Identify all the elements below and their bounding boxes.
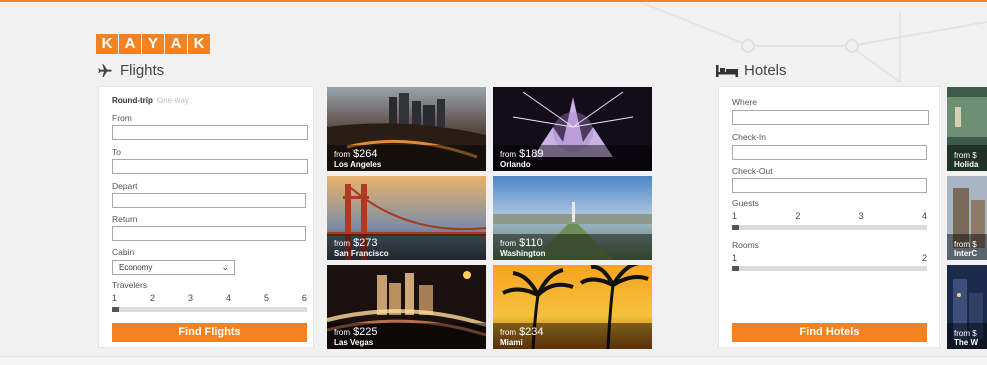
depart-label: Depart: [112, 181, 138, 191]
checkout-label: Check-Out: [732, 166, 773, 176]
travelers-slider[interactable]: [112, 307, 307, 312]
kayak-logo[interactable]: K A Y A K: [96, 34, 211, 54]
rooms-slider[interactable]: [732, 266, 927, 271]
to-field[interactable]: [112, 159, 308, 174]
deal-city: Los Angeles: [334, 160, 382, 169]
hotels-title: Hotels: [744, 62, 787, 79]
return-label: Return: [112, 214, 138, 224]
deal-tile-miami[interactable]: from $234 Miami: [493, 265, 652, 349]
logo-letter: K: [96, 34, 118, 54]
travelers-scale: 1 2 3 4 5 6: [112, 293, 307, 303]
guests-slider-thumb[interactable]: [732, 225, 739, 230]
logo-letter: A: [165, 34, 187, 54]
checkin-date-field[interactable]: [732, 145, 927, 160]
depart-date-field[interactable]: [112, 193, 306, 208]
hotel-deal-name: InterC: [954, 249, 978, 258]
checkout-date-field[interactable]: [732, 178, 927, 193]
flight-search-panel: Round-trip One-way From To Depart Return …: [98, 86, 314, 348]
guests-label: Guests: [732, 198, 759, 208]
background-map-decoration: [639, 2, 987, 82]
hotel-search-panel: Where Check-In Check-Out Guests 1 2 3 4 …: [718, 86, 940, 348]
rooms-scale: 1 2: [732, 253, 927, 263]
hotel-deal-price: from $: [954, 151, 977, 160]
deal-price: from $189: [500, 148, 544, 160]
scale-tick: 1: [732, 211, 738, 221]
rooms-label: Rooms: [732, 240, 759, 250]
find-flights-button[interactable]: Find Flights: [112, 323, 307, 342]
chevron-down-icon: ⌄: [221, 262, 229, 272]
trip-type-selector: Round-trip One-way: [112, 96, 189, 105]
from-label: From: [112, 113, 132, 123]
return-date-field[interactable]: [112, 226, 306, 241]
where-field[interactable]: [732, 110, 929, 125]
hotels-heading: Hotels: [716, 62, 787, 79]
scale-tick: 3: [187, 293, 193, 303]
deal-tile-los-angeles[interactable]: from $264 Los Angeles: [327, 87, 486, 171]
deal-city: Miami: [500, 338, 523, 347]
where-label: Where: [732, 97, 758, 107]
deal-tile-orlando[interactable]: from $189 Orlando: [493, 87, 652, 171]
deal-tile-las-vegas[interactable]: from $225 Las Vegas: [327, 265, 486, 349]
deal-price: from $264: [334, 148, 378, 160]
deal-city: Orlando: [500, 160, 531, 169]
scale-tick: 2: [921, 253, 927, 263]
bed-icon: [716, 64, 738, 77]
scale-tick: 5: [263, 293, 269, 303]
from-field[interactable]: [112, 125, 308, 140]
deal-city: Las Vegas: [334, 338, 374, 347]
to-label: To: [112, 147, 121, 157]
scale-tick: 4: [225, 293, 231, 303]
find-hotels-button[interactable]: Find Hotels: [732, 323, 927, 342]
hotel-tile-1[interactable]: from $ Holida: [947, 87, 987, 171]
one-way-option[interactable]: One-way: [157, 96, 189, 105]
hotel-deal-price: from $: [954, 240, 977, 249]
bottom-scroll-area: [0, 356, 987, 365]
deal-price: from $225: [334, 326, 378, 338]
hotel-deal-price: from $: [954, 329, 977, 338]
hotel-tile-2[interactable]: from $ InterC: [947, 176, 987, 260]
round-trip-option[interactable]: Round-trip: [112, 96, 153, 105]
logo-letter: Y: [142, 34, 164, 54]
flights-heading: Flights: [96, 62, 164, 79]
hotel-deal-name: Holida: [954, 160, 979, 169]
deal-price: from $273: [334, 237, 378, 249]
checkin-label: Check-In: [732, 132, 767, 142]
deal-city: San Francisco: [334, 249, 389, 258]
rooms-slider-thumb[interactable]: [732, 266, 739, 271]
scale-tick: 4: [921, 211, 927, 221]
scale-tick: 3: [858, 211, 864, 221]
deal-tile-washington[interactable]: from $110 Washington: [493, 176, 652, 260]
travelers-slider-thumb[interactable]: [112, 307, 119, 312]
cabin-label: Cabin: [112, 247, 135, 257]
scale-tick: 6: [301, 293, 307, 303]
deal-city: Washington: [500, 249, 546, 258]
cabin-value: Economy: [119, 263, 153, 272]
scale-tick: 2: [149, 293, 155, 303]
flights-title: Flights: [120, 62, 165, 79]
hotel-tile-3[interactable]: from $ The W: [947, 265, 987, 349]
guests-scale: 1 2 3 4: [732, 211, 927, 221]
scale-tick: 1: [112, 293, 118, 303]
logo-letter: A: [119, 34, 141, 54]
travelers-label: Travelers: [112, 280, 148, 290]
deal-price: from $110: [500, 237, 543, 249]
logo-letter: K: [188, 34, 210, 54]
deal-price: from $234: [500, 326, 544, 338]
scale-tick: 1: [732, 253, 738, 263]
deal-tile-san-francisco[interactable]: from $273 San Francisco: [327, 176, 486, 260]
guests-slider[interactable]: [732, 225, 927, 230]
hotel-deal-name: The W: [954, 338, 978, 347]
cabin-select[interactable]: Economy ⌄: [112, 260, 235, 275]
airplane-icon: [98, 63, 112, 77]
scale-tick: 2: [795, 211, 801, 221]
